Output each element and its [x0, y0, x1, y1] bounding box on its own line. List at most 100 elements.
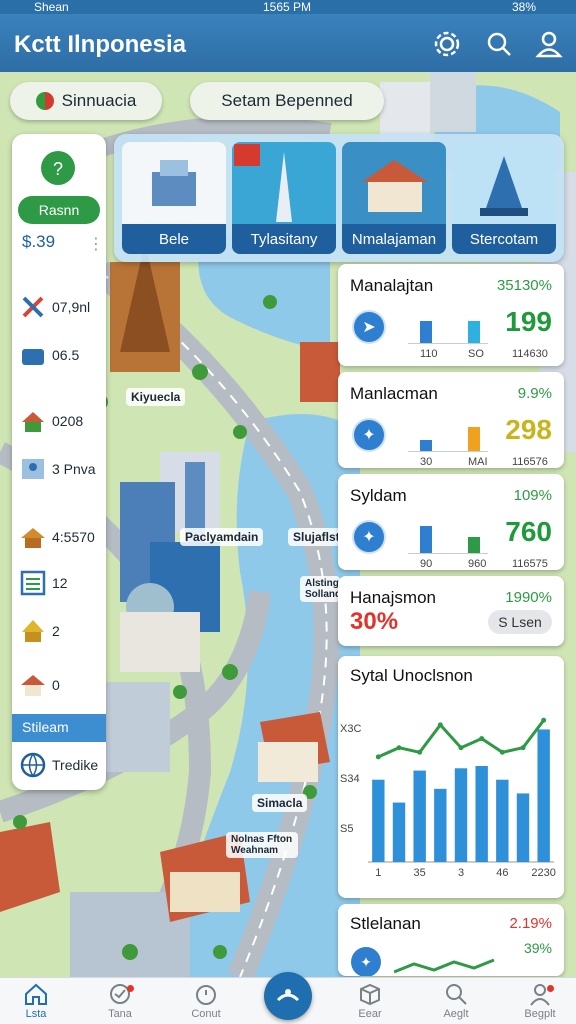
x-tick-label: 1	[375, 867, 381, 879]
notification-dot	[127, 985, 134, 992]
category-card-bele[interactable]: Bele	[122, 142, 226, 254]
map-label-paclyamdain[interactable]: Paclyamdain	[180, 528, 264, 546]
panel-row[interactable]: 2	[20, 616, 60, 646]
tower-icon	[234, 144, 292, 222]
more-vertical-icon[interactable]: ⋮	[88, 234, 104, 254]
app-title: Kctt Ilnponesia	[14, 31, 187, 58]
tab-eear[interactable]: Eear	[340, 982, 400, 1024]
chart-bar	[516, 793, 530, 862]
route-icon	[276, 989, 300, 1002]
center-action-button[interactable]	[264, 972, 312, 1020]
panel-row-value: 07,9nl	[52, 299, 91, 315]
briefcase-icon	[22, 349, 44, 365]
stat-tick: SO	[468, 348, 484, 360]
stat-card-syldam[interactable]: Syldam 109% ✦ 760 90 960 116575	[338, 474, 564, 570]
stat-percent: 9.9%	[517, 385, 552, 402]
star-icon[interactable]: ✦	[352, 520, 386, 554]
stat-tick: MAI	[468, 456, 488, 468]
stat-tick: 114630	[512, 348, 548, 360]
mini-chart	[408, 420, 488, 452]
map-label-simacla[interactable]: Simacla	[252, 794, 308, 812]
mini-bar	[468, 537, 480, 553]
chart-line	[377, 719, 545, 759]
chart-bar	[496, 779, 509, 862]
monument-icon	[480, 156, 528, 216]
mini-chart	[408, 522, 488, 554]
stat-percent: 109%	[513, 487, 552, 504]
chart-line-point	[520, 745, 526, 751]
panel-footer-label: Tredike	[52, 757, 99, 773]
panel-footer-row[interactable]: Tredike	[20, 750, 98, 780]
promo-card[interactable]: Hanajsmon 1990% 30% S Lsen	[338, 576, 564, 646]
map-label-alsting[interactable]: Alsting Solland	[300, 576, 341, 602]
promo-percent: 1990%	[505, 589, 552, 606]
category-label: Stercotam	[452, 224, 556, 254]
panel-row-value: 4:5570	[52, 529, 95, 545]
temple-icon	[22, 620, 44, 642]
card-percent-secondary: 39%	[523, 940, 552, 956]
village-icon	[22, 412, 44, 432]
settings-gear-icon[interactable]	[432, 29, 462, 59]
y-tick-label: S34	[340, 773, 360, 785]
flag-icon	[35, 92, 54, 110]
navigation-icon[interactable]: ✦	[352, 418, 386, 452]
panel-row[interactable]: 06.5	[20, 340, 79, 370]
tab-tana[interactable]: Tana	[90, 982, 150, 1024]
category-card-nmalajaman[interactable]: Nmalajaman	[342, 142, 446, 254]
chart-line-point	[479, 736, 485, 742]
compass-icon[interactable]: ➤	[352, 310, 386, 344]
chart-line-point	[458, 745, 464, 751]
notification-dot	[547, 985, 554, 992]
map-label-nolnas[interactable]: Nolnas Ffton Weahnam	[226, 832, 298, 858]
profile-icon[interactable]	[534, 29, 564, 59]
panel-highlight[interactable]: Stileam	[12, 714, 106, 742]
chart-bar	[372, 779, 385, 862]
mini-chart	[408, 312, 488, 344]
sparkline	[394, 958, 495, 974]
card-percent: 2.19%	[509, 915, 552, 932]
panel-action-button[interactable]: Rasnn	[18, 196, 100, 224]
promo-big-value: 30%	[350, 608, 399, 635]
stat-tick: 116576	[512, 456, 548, 468]
stat-tick: 110	[420, 348, 438, 360]
stat-card-manlacman[interactable]: Manlacman 9.9% ✦ 298 30 MAI 116576	[338, 372, 564, 468]
stlelanan-card[interactable]: Stlelanan 2.19% 39% ✦	[338, 904, 564, 976]
combo-chart: X3C S34 S5 1 35 3 46 2230	[340, 717, 556, 879]
stat-card-manalajtan[interactable]: Manalajtan 35130% ➤ 199 110 SO 114630	[338, 264, 564, 366]
tab-lsta[interactable]: Lsta	[6, 982, 66, 1024]
carrier-text: Shean	[34, 0, 69, 14]
chart-bar	[537, 729, 550, 862]
panel-price: $.39	[22, 232, 56, 251]
tab-conut[interactable]: Conut	[176, 982, 236, 1024]
chart-line-point	[499, 749, 505, 755]
category-card-tylasitany[interactable]: Tylasitany	[232, 142, 336, 254]
region-pill-label: Sinnuacia	[61, 91, 137, 110]
tab-begplt[interactable]: Begplt	[510, 982, 570, 1024]
panel-row[interactable]: 12	[20, 568, 68, 598]
house-icon	[362, 160, 428, 212]
search-icon[interactable]	[484, 29, 514, 59]
promo-button[interactable]: S Lsen	[488, 610, 552, 634]
y-tick-label: X3C	[340, 723, 361, 735]
panel-row[interactable]: 3 Pnva	[20, 454, 96, 484]
stat-tick: 960	[468, 558, 487, 570]
chart-bar	[434, 788, 447, 862]
panel-row[interactable]: 0	[20, 670, 60, 700]
region-pill[interactable]: Sinnuacia	[10, 82, 162, 120]
svg-text:?: ?	[53, 159, 63, 179]
panel-row[interactable]: 0208	[20, 406, 83, 436]
filter-pill[interactable]: Setam Bepenned	[190, 82, 384, 120]
map-label-slujaflst[interactable]: Slujaflst	[288, 528, 345, 546]
tab-aeglt[interactable]: Aeglt	[426, 982, 486, 1024]
mini-bar	[420, 320, 432, 343]
panel-row[interactable]: 4:5570	[20, 522, 95, 552]
chart-bar	[454, 768, 468, 862]
category-carousel: Bele Tylasitany Nmalajaman Stercotam	[114, 134, 564, 262]
chart-line-point	[541, 717, 547, 723]
y-tick-label: S5	[340, 823, 353, 835]
category-card-stercotam[interactable]: Stercotam	[452, 142, 556, 254]
panel-row[interactable]: 07,9nl	[20, 292, 90, 322]
stats-chart-card: Sytal Unoclsnon X3C S34 S5 1 35 3 46 2230	[338, 656, 564, 898]
star-icon[interactable]: ✦	[350, 946, 382, 976]
map-label-kiyuecla[interactable]: Kiyuecla	[126, 388, 186, 406]
